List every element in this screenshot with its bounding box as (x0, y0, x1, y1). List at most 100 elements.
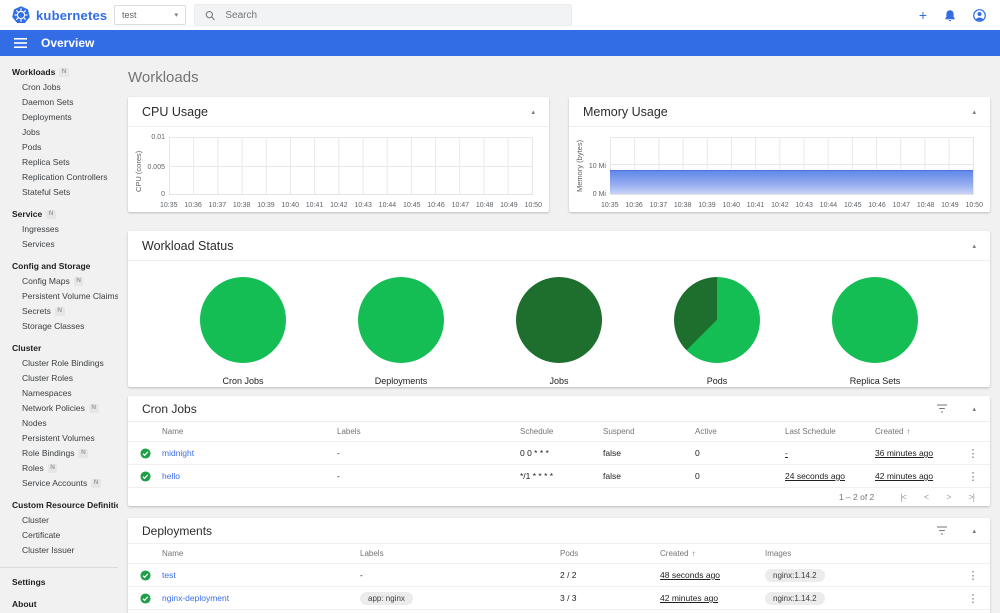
workload-pie-chart[interactable] (832, 277, 918, 363)
sidebar-item[interactable]: Stateful Sets (0, 185, 118, 200)
sidebar-main-list: Workloads N Cron Jobs Daemon Sets Deploy… (0, 65, 118, 558)
sidebar-item[interactable]: Daemon Sets (0, 95, 118, 110)
sidebar-item[interactable]: Ingresses (0, 222, 118, 237)
workload-pie-chart[interactable] (200, 277, 286, 363)
cronjob-created[interactable]: 36 minutes ago (875, 448, 933, 458)
deployment-created[interactable]: 42 minutes ago (660, 593, 718, 603)
sidebar-item[interactable]: Persistent Volumes (0, 431, 118, 446)
row-menu-button[interactable]: ⋮ (956, 470, 990, 483)
menu-hamburger-icon[interactable] (14, 38, 27, 48)
workload-pie-label: Pods (706, 376, 728, 386)
col-created[interactable]: Created ↑ (875, 427, 956, 436)
pager-first-button[interactable]: |< (900, 492, 907, 502)
x-axis-tick: 10:35 (601, 202, 619, 209)
col-labels[interactable]: Labels (337, 427, 520, 436)
sidebar-item[interactable]: Cluster (0, 341, 118, 356)
workload-pie-group: Jobs (516, 277, 602, 386)
kubernetes-logo[interactable]: kubernetes (12, 6, 114, 24)
deployment-name-link[interactable]: nginx-deployment (162, 593, 360, 603)
sidebar-item[interactable]: Jobs (0, 125, 118, 140)
cronjob-last-schedule[interactable]: - (785, 448, 788, 458)
collapse-caret-icon[interactable]: ▴ (972, 405, 976, 413)
sidebar-item[interactable]: Cluster Issuer (0, 543, 118, 558)
col-name[interactable]: Name (162, 427, 337, 436)
notifications-bell-icon[interactable] (944, 9, 956, 22)
col-suspend[interactable]: Suspend (603, 427, 695, 436)
col-labels[interactable]: Labels (360, 549, 560, 558)
row-menu-button[interactable]: ⋮ (956, 569, 990, 582)
create-resource-button[interactable]: + (919, 8, 927, 22)
cronjob-last-schedule[interactable]: 24 seconds ago (785, 471, 845, 481)
deployment-created[interactable]: 48 seconds ago (660, 570, 720, 580)
sidebar-item[interactable]: Cron Jobs (0, 80, 118, 95)
cron-jobs-pagination: 1 – 2 of 2 |< < > >| (128, 488, 990, 506)
deployment-name-link[interactable]: test (162, 570, 360, 580)
y-axis-tick: 0.005 (147, 163, 165, 171)
sidebar-item[interactable]: Settings (0, 575, 118, 590)
sidebar-item[interactable]: Namespaces (0, 386, 118, 401)
sidebar-item[interactable]: Network Policies N (0, 401, 118, 416)
sidebar-item[interactable]: Cluster Roles (0, 371, 118, 386)
sidebar-item[interactable]: Workloads N (0, 65, 118, 80)
col-images[interactable]: Images (765, 549, 956, 558)
row-menu-button[interactable]: ⋮ (956, 447, 990, 460)
filter-icon[interactable] (936, 526, 948, 535)
sidebar-item[interactable]: Persistent Volume Claims N (0, 289, 118, 304)
pager-last-button[interactable]: >| (968, 492, 975, 502)
sidebar-item[interactable]: Deployments (0, 110, 118, 125)
filter-icon[interactable] (936, 404, 948, 413)
main-content: Workloads CPU Usage ▴ CPU (cores) 0.01 0… (118, 56, 1000, 613)
cronjob-name-link[interactable]: midnight (162, 448, 337, 458)
workload-pie-chart[interactable] (516, 277, 602, 363)
collapse-caret-icon[interactable]: ▴ (972, 108, 976, 116)
sidebar-item[interactable]: Secrets N (0, 304, 118, 319)
cronjob-created[interactable]: 42 minutes ago (875, 471, 933, 481)
sidebar-item[interactable]: Config and Storage (0, 259, 118, 274)
sidebar-item[interactable]: Services (0, 237, 118, 252)
sidebar-item[interactable]: Roles N (0, 461, 118, 476)
search-bar[interactable] (194, 4, 572, 26)
collapse-caret-icon[interactable]: ▴ (531, 108, 535, 116)
col-name[interactable]: Name (162, 549, 360, 558)
sidebar-item-label: Services (22, 239, 55, 249)
row-menu-button[interactable]: ⋮ (956, 592, 990, 605)
sidebar-bottom-list: Settings About (0, 575, 118, 612)
sidebar-item[interactable]: Nodes (0, 416, 118, 431)
col-last-schedule[interactable]: Last Schedule (785, 427, 875, 436)
sidebar-item[interactable]: Service N (0, 207, 118, 222)
page-breadcrumb-title: Overview (41, 36, 95, 50)
pager-next-button[interactable]: > (946, 492, 951, 502)
sort-asc-icon: ↑ (691, 549, 696, 558)
sidebar-item-label: Deployments (22, 112, 72, 122)
sidebar-item[interactable]: Pods (0, 140, 118, 155)
sidebar-item[interactable]: Storage Classes (0, 319, 118, 334)
col-pods[interactable]: Pods (560, 549, 660, 558)
account-icon[interactable] (973, 8, 986, 22)
sidebar-item[interactable]: About (0, 597, 118, 612)
workload-pie-label: Replica Sets (849, 376, 901, 386)
collapse-caret-icon[interactable]: ▴ (972, 242, 976, 250)
sidebar-item[interactable]: Certificate (0, 528, 118, 543)
namespace-selector[interactable]: test ▾ (114, 5, 186, 25)
collapse-caret-icon[interactable]: ▴ (972, 527, 976, 535)
y-axis-tick: 0 Mi (592, 191, 606, 198)
sort-asc-icon: ↑ (906, 427, 911, 436)
x-axis-tick: 10:39 (257, 202, 275, 209)
sidebar-item[interactable]: Cluster Role Bindings (0, 356, 118, 371)
sidebar-item[interactable]: Service Accounts N (0, 476, 118, 491)
workload-pie-chart[interactable] (358, 277, 444, 363)
col-created[interactable]: Created ↑ (660, 549, 765, 558)
pager-prev-button[interactable]: < (924, 492, 929, 502)
sidebar-item[interactable]: Replica Sets (0, 155, 118, 170)
sidebar-item[interactable]: Replication Controllers (0, 170, 118, 185)
sidebar-item[interactable]: Custom Resource Definitions (0, 498, 118, 513)
sidebar-item[interactable]: Config Maps N (0, 274, 118, 289)
col-schedule[interactable]: Schedule (520, 427, 603, 436)
col-active[interactable]: Active (695, 427, 785, 436)
search-input[interactable] (225, 9, 561, 21)
workload-pie-chart[interactable] (674, 277, 760, 363)
sidebar-item[interactable]: Role Bindings N (0, 446, 118, 461)
cronjob-name-link[interactable]: hello (162, 471, 337, 481)
sidebar-item[interactable]: Cluster (0, 513, 118, 528)
sidebar-item-label: Custom Resource Definitions (12, 500, 118, 510)
